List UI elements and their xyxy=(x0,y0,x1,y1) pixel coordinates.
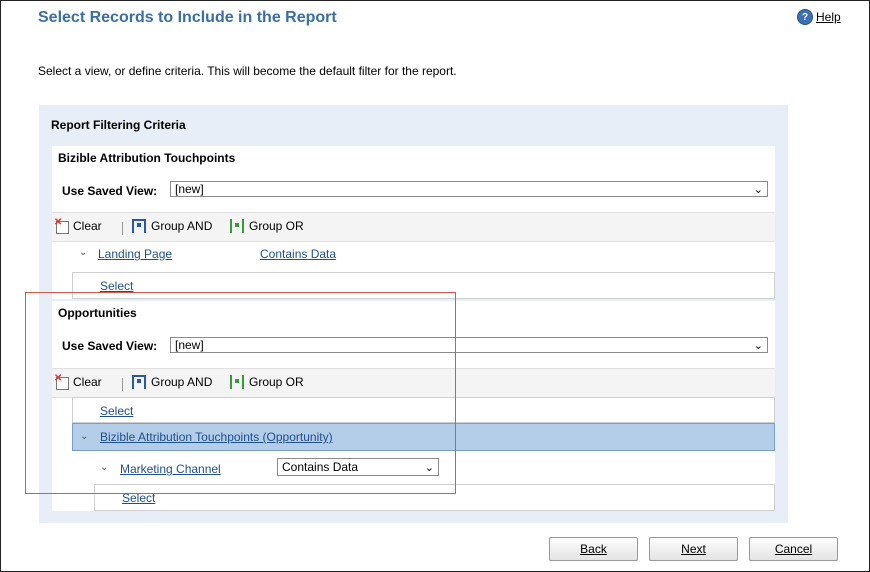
clear-label: Clear xyxy=(73,375,102,389)
condition-operator-select[interactable]: Contains Data ⌄ xyxy=(277,458,439,476)
filter-panel: Report Filtering Criteria Bizible Attrib… xyxy=(39,105,788,523)
select-link[interactable]: Select xyxy=(122,491,155,505)
criteria-toolbar: ✕ Clear Group AND Group OR xyxy=(52,212,775,242)
clear-button[interactable]: ✕ Clear xyxy=(54,373,102,390)
group-and-label: Group AND xyxy=(151,219,213,233)
collapse-icon[interactable]: ⌄ xyxy=(100,462,108,473)
group-or-icon xyxy=(230,219,244,233)
section-title: Opportunities xyxy=(58,306,137,320)
condition-operator-link[interactable]: Contains Data xyxy=(260,247,336,261)
related-entity-row[interactable]: ⌄ Bizible Attribution Touchpoints (Oppor… xyxy=(72,423,775,451)
next-label: Next xyxy=(681,542,706,556)
collapse-icon[interactable]: ⌄ xyxy=(79,247,87,258)
back-button[interactable]: Back xyxy=(549,537,638,561)
nested-add-condition-row: Select xyxy=(94,484,775,511)
clear-button[interactable]: ✕ Clear xyxy=(54,217,102,234)
instructions-text: Select a view, or define criteria. This … xyxy=(38,64,457,78)
group-and-icon xyxy=(132,375,146,389)
section-title: Bizible Attribution Touchpoints xyxy=(58,151,236,165)
group-and-label: Group AND xyxy=(151,375,213,389)
chevron-down-icon: ⌄ xyxy=(753,339,763,352)
help-icon[interactable]: ? xyxy=(797,9,813,25)
clear-label: Clear xyxy=(73,219,102,233)
section-bizible-touchpoints: Bizible Attribution Touchpoints Use Save… xyxy=(52,146,775,299)
related-entity-link[interactable]: Bizible Attribution Touchpoints (Opportu… xyxy=(100,430,333,444)
group-or-button[interactable]: Group OR xyxy=(230,219,304,233)
saved-view-label: Use Saved View: xyxy=(62,184,158,198)
add-condition-row: Select xyxy=(72,272,775,299)
page-title: Select Records to Include in the Report xyxy=(38,9,337,26)
help-link[interactable]: Help xyxy=(816,10,841,24)
back-label: Back xyxy=(580,542,607,556)
condition-field-link[interactable]: Marketing Channel xyxy=(120,462,221,476)
criteria-toolbar: ✕ Clear Group AND Group OR xyxy=(52,368,775,398)
add-condition-row: Select xyxy=(72,397,775,423)
group-and-button[interactable]: Group AND xyxy=(132,375,212,389)
select-link[interactable]: Select xyxy=(100,404,133,418)
collapse-icon[interactable]: ⌄ xyxy=(80,431,88,442)
saved-view-value: [new] xyxy=(175,182,204,196)
next-button[interactable]: Next xyxy=(649,537,738,561)
cancel-label: Cancel xyxy=(774,542,813,556)
group-or-label: Group OR xyxy=(249,219,304,233)
select-link[interactable]: Select xyxy=(100,279,133,293)
condition-operator-value: Contains Data xyxy=(282,460,359,474)
group-or-button[interactable]: Group OR xyxy=(230,375,304,389)
saved-view-select[interactable]: [new] ⌄ xyxy=(170,337,768,353)
saved-view-value: [new] xyxy=(175,338,204,352)
panel-title: Report Filtering Criteria xyxy=(51,118,186,132)
toolbar-divider xyxy=(122,222,123,235)
condition-field-link[interactable]: Landing Page xyxy=(98,247,172,261)
saved-view-label: Use Saved View: xyxy=(62,339,158,353)
dialog-frame: Select Records to Include in the Report … xyxy=(0,0,870,572)
clear-icon: ✕ xyxy=(54,373,69,390)
help[interactable]: ? Help xyxy=(797,9,841,25)
group-or-label: Group OR xyxy=(249,375,304,389)
clear-icon: ✕ xyxy=(54,217,69,234)
chevron-down-icon: ⌄ xyxy=(753,183,763,196)
saved-view-select[interactable]: [new] ⌄ xyxy=(170,181,768,197)
toolbar-divider xyxy=(122,378,123,391)
group-and-icon xyxy=(132,219,146,233)
cancel-button[interactable]: Cancel xyxy=(749,537,838,561)
group-or-icon xyxy=(230,375,244,389)
group-and-button[interactable]: Group AND xyxy=(132,219,212,233)
section-opportunities: Opportunities Use Saved View: [new] ⌄ ✕ … xyxy=(52,301,775,511)
chevron-down-icon: ⌄ xyxy=(424,461,434,474)
